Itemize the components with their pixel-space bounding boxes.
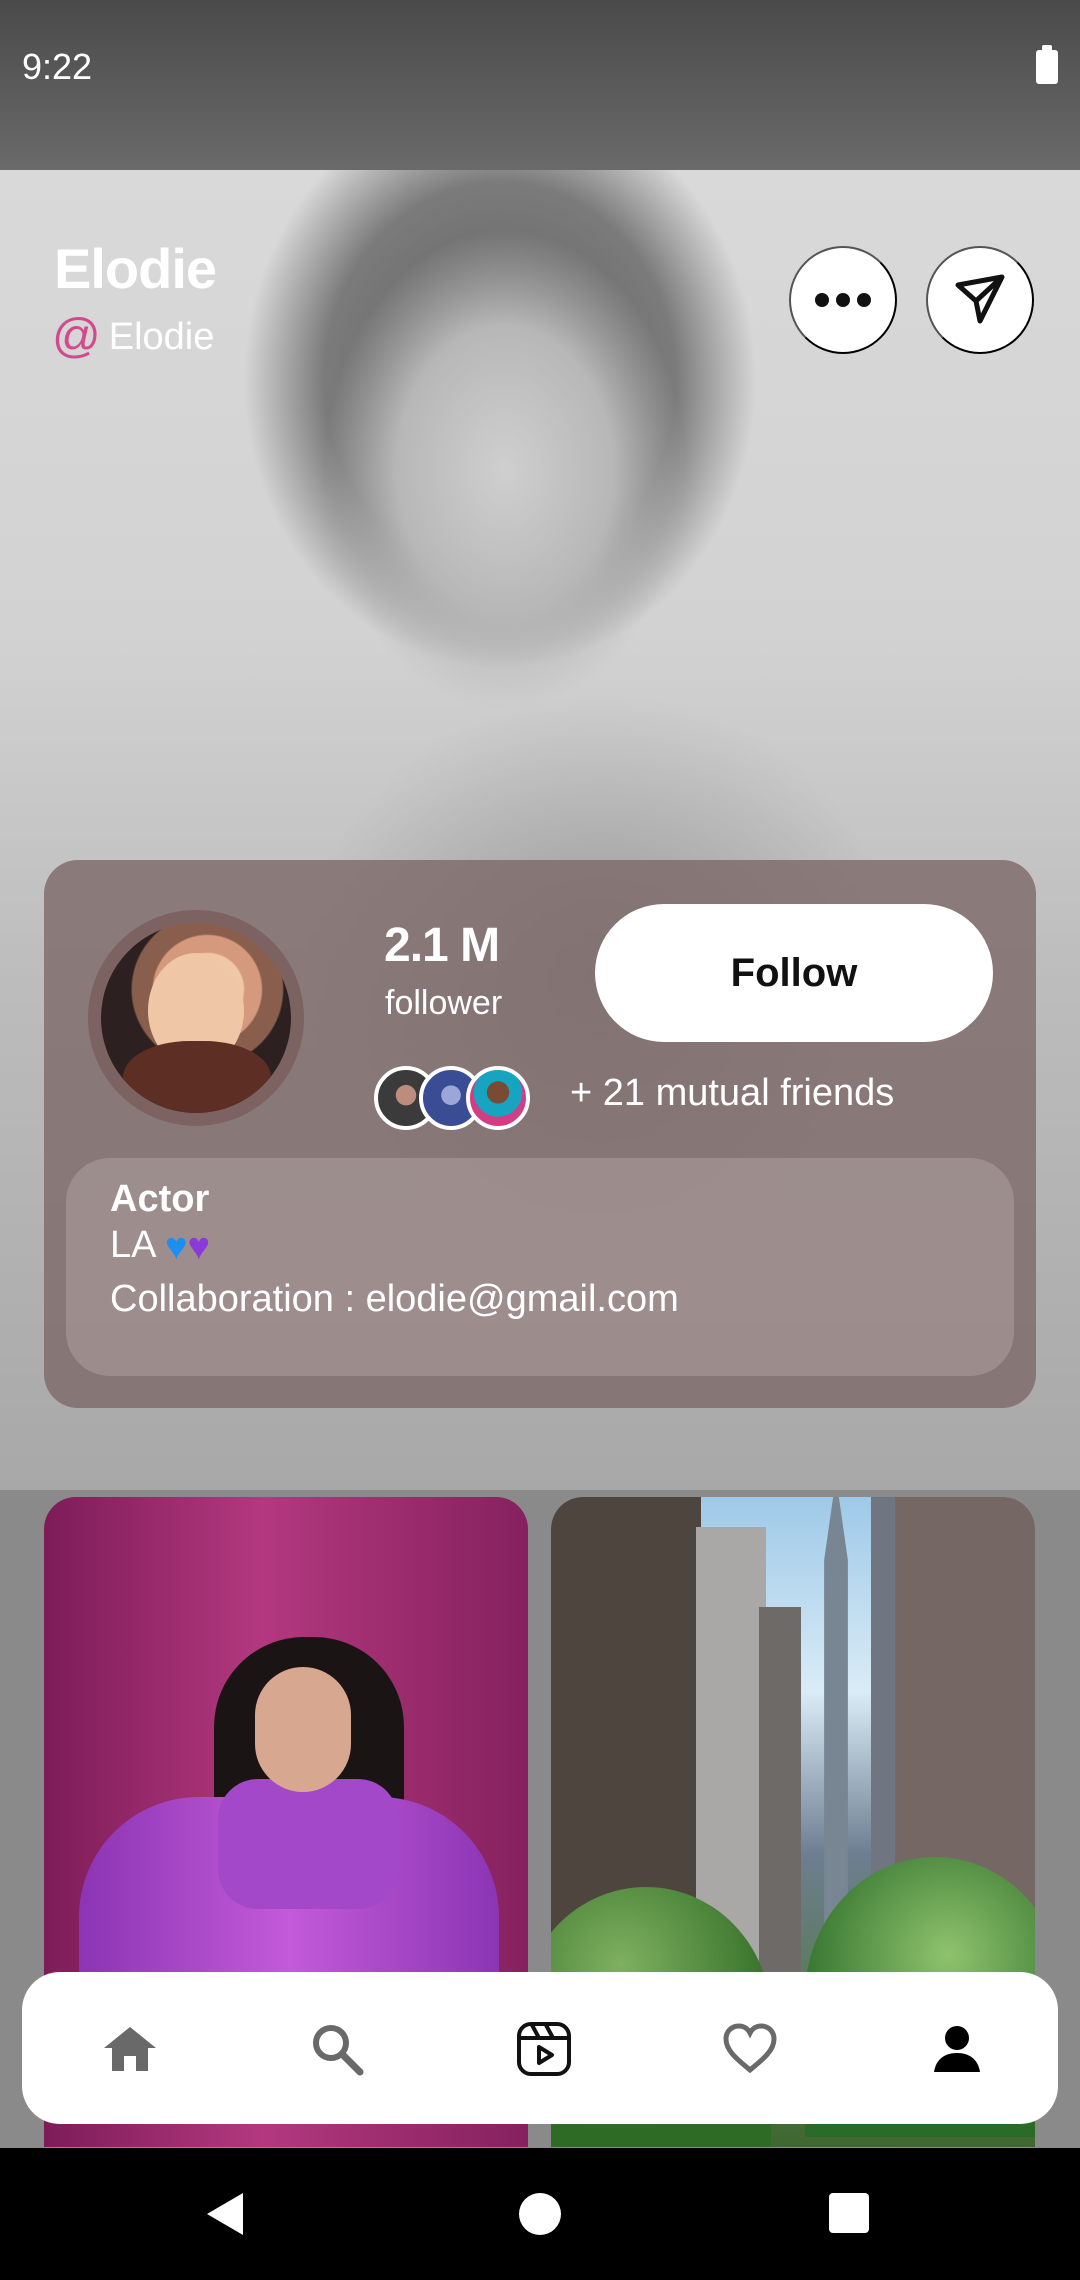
mutual-friend-avatar xyxy=(466,1066,530,1130)
mutual-friends-text[interactable]: + 21 mutual friends xyxy=(570,1072,894,1115)
blue-heart-icon: ♥ xyxy=(164,1226,188,1268)
follower-count: 2.1 M xyxy=(384,919,500,972)
bottom-navigation xyxy=(22,1972,1058,2124)
bio-location: LA ♥♥ xyxy=(110,1224,210,1269)
city-building xyxy=(759,1607,801,1997)
bio-contact: Collaboration : elodie@gmail.com xyxy=(110,1278,679,1320)
portrait-face xyxy=(255,1667,351,1792)
profile-info-card: 2.1 M follower Follow + 21 mutual friend… xyxy=(44,860,1036,1408)
nav-home[interactable] xyxy=(95,2014,165,2084)
search-icon xyxy=(313,2025,364,2076)
more-options-button[interactable] xyxy=(789,246,897,354)
home-circle-icon[interactable] xyxy=(519,2193,561,2235)
purple-heart-icon: ♥ xyxy=(187,1226,211,1268)
send-message-button[interactable] xyxy=(926,246,1034,354)
back-icon[interactable] xyxy=(207,2193,243,2235)
nav-reels[interactable] xyxy=(509,2014,579,2084)
profile-handle-text: Elodie xyxy=(108,315,215,358)
profile-name: Elodie xyxy=(54,237,217,300)
mutual-friends-avatars[interactable] xyxy=(374,1066,544,1136)
heart-icon xyxy=(723,2023,777,2074)
send-icon xyxy=(955,274,1005,324)
profile-avatar[interactable] xyxy=(101,923,291,1113)
portrait-collar xyxy=(218,1779,398,1909)
bio-location-text: LA xyxy=(110,1224,155,1266)
nav-likes[interactable] xyxy=(715,2014,785,2084)
follower-label: follower xyxy=(385,984,503,1022)
reels-icon xyxy=(517,2022,571,2076)
status-bar: 9:22 xyxy=(0,0,1080,170)
profile-handle: @ Elodie xyxy=(52,313,214,361)
bio-title: Actor xyxy=(110,1178,210,1220)
status-time: 9:22 xyxy=(22,46,93,87)
battery-icon xyxy=(1036,45,1058,84)
profile-icon xyxy=(934,2026,980,2072)
profile-avatar-ring xyxy=(88,910,304,1126)
at-icon: @ xyxy=(52,310,101,363)
home-icon xyxy=(104,2027,156,2071)
nav-profile[interactable] xyxy=(922,2014,992,2084)
nav-search[interactable] xyxy=(302,2014,372,2084)
follow-button[interactable]: Follow xyxy=(595,904,993,1042)
android-navigation-bar xyxy=(0,2148,1080,2280)
more-icon xyxy=(815,293,871,307)
recent-apps-icon[interactable] xyxy=(829,2193,869,2233)
